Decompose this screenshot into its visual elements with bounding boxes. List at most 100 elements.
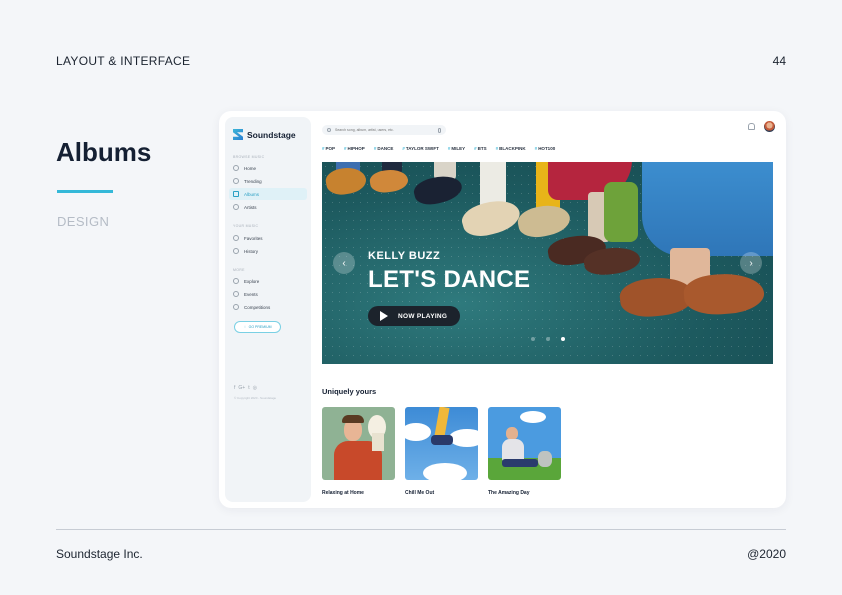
tag-bts[interactable]: # BTS [474,146,487,151]
person-legs [502,459,538,467]
play-icon [380,311,388,321]
search-input[interactable] [335,128,434,132]
soundstage-logo-icon [233,129,243,140]
hash-icon: # [495,146,499,151]
album-title: Chill Me Out [405,490,435,496]
cloud [405,423,431,441]
section-title: Albums [56,137,152,167]
album-card[interactable]: Chill Me Out [405,407,478,496]
hash-icon: # [373,146,377,151]
tag-blackpink[interactable]: # BLACKPINK [496,146,526,151]
sidebar-item-favorites[interactable]: Favorites [229,232,307,244]
now-playing-button[interactable]: NOW PLAYING [368,306,460,326]
cloud [449,429,478,447]
sidebar-item-artists[interactable]: Artists [229,201,307,213]
your-music-heading: YOUR MUSIC [233,224,259,228]
social-links: f G+ t ◎ [234,385,257,391]
tag-label: BLACKPINK [499,146,526,151]
footer-divider [56,529,786,530]
album-icon [233,191,239,197]
chevron-right-icon: › [749,257,753,269]
person-shoes [431,435,453,445]
cloud [520,411,546,423]
album-cover [488,407,561,480]
calendar-icon [233,291,239,297]
leg-7 [604,182,638,242]
sidebar-item-events[interactable]: Events [229,288,307,300]
avatar[interactable] [764,121,775,132]
copyright: © Copyright 2020 - Soundstage [234,396,277,400]
sidebar-item-label: Events [244,291,258,297]
tag-hot100[interactable]: # HOT100 [535,146,556,151]
hash-icon: # [447,146,451,151]
tag-miley[interactable]: # MILEY [448,146,465,151]
compass-icon [233,278,239,284]
person-hair [342,415,364,423]
banner-artist: KELLY BUZZ [368,250,441,262]
genre-tags: # POP # HIPHOP # DANCE # TAYLOR SWIFT # MILEY… [322,146,555,151]
twitter-icon[interactable]: t [248,385,249,391]
hash-icon: # [474,146,477,151]
clock-icon [233,248,239,254]
hero-banner[interactable]: ‹ › KELLY BUZZ LET'S DANCE NOW PLAYING [322,162,773,364]
sidebar-item-history[interactable]: History [229,245,307,257]
sidebar-item-label: History [244,248,259,254]
footer-year: @2020 [747,547,786,561]
browse-heading: BROWSE MUSIC [233,155,265,159]
popcorn-cup [372,433,384,451]
album-card[interactable]: Relaxing at Home [322,407,395,496]
carousel-dot-active[interactable] [561,337,565,341]
sidebar-item-label: Trending [244,178,262,184]
uniquely-yours-heading: Uniquely yours [322,387,377,396]
album-title: The Amazing Day [488,490,530,496]
instagram-icon[interactable]: ◎ [253,385,257,391]
bell-icon[interactable] [748,123,755,130]
diamond-icon: ♢ [243,325,247,329]
tag-label: HIPHOP [347,146,365,151]
brand-name: Soundstage [247,129,296,140]
carousel-dot[interactable] [546,337,550,341]
sidebar-item-explore[interactable]: Explore [229,275,307,287]
album-cover [405,407,478,480]
tag-hiphop[interactable]: # HIPHOP [344,146,365,151]
go-premium-label: GO PREMIUM [248,325,272,329]
now-playing-label: NOW PLAYING [398,312,448,320]
banner-next-button[interactable]: › [740,252,762,274]
facebook-icon[interactable]: f [234,385,235,391]
sidebar-item-home[interactable]: Home [229,162,307,174]
sidebar-item-trending[interactable]: Trending [229,175,307,187]
tag-label: TAYLOR SWIFT [405,146,439,151]
sidebar-item-label: Competitions [244,304,271,310]
search-icon [327,128,331,132]
tag-label: DANCE [377,146,394,151]
search-bar[interactable] [322,125,446,135]
hash-icon: # [534,146,538,151]
sidebar-item-albums[interactable]: Albums [229,188,307,200]
carousel-dot[interactable] [531,337,535,341]
microphone-icon[interactable] [438,127,441,133]
sidebar-item-label: Albums [244,191,260,197]
hash-icon: # [344,146,347,151]
hash-icon: # [322,146,325,151]
tag-label: POP [325,146,336,151]
banner-prev-button[interactable]: ‹ [333,252,355,274]
section-subtitle: DESIGN [57,214,110,229]
sidebar: Soundstage BROWSE MUSIC Home Trending Al… [225,117,311,502]
sidebar-item-competitions[interactable]: Competitions [229,301,307,313]
go-premium-button[interactable]: ♢ GO PREMIUM [234,321,281,333]
person-shirt [502,439,524,461]
tag-dance[interactable]: # DANCE [374,146,394,151]
sidebar-item-label: Explore [244,278,260,284]
tag-label: BTS [477,146,487,151]
brand-logo[interactable]: Soundstage [233,129,296,140]
google-plus-icon[interactable]: G+ [238,385,245,391]
tag-pop[interactable]: # POP [322,146,335,151]
album-title: Relaxing at Home [322,490,364,496]
sidebar-item-label: Home [244,165,257,171]
goat [538,451,552,467]
user-icon [233,204,239,210]
home-icon [233,165,239,171]
sidebar-item-label: Artists [244,204,257,210]
tag-taylor-swift[interactable]: # TAYLOR SWIFT [402,146,439,151]
album-card[interactable]: The Amazing Day [488,407,561,496]
